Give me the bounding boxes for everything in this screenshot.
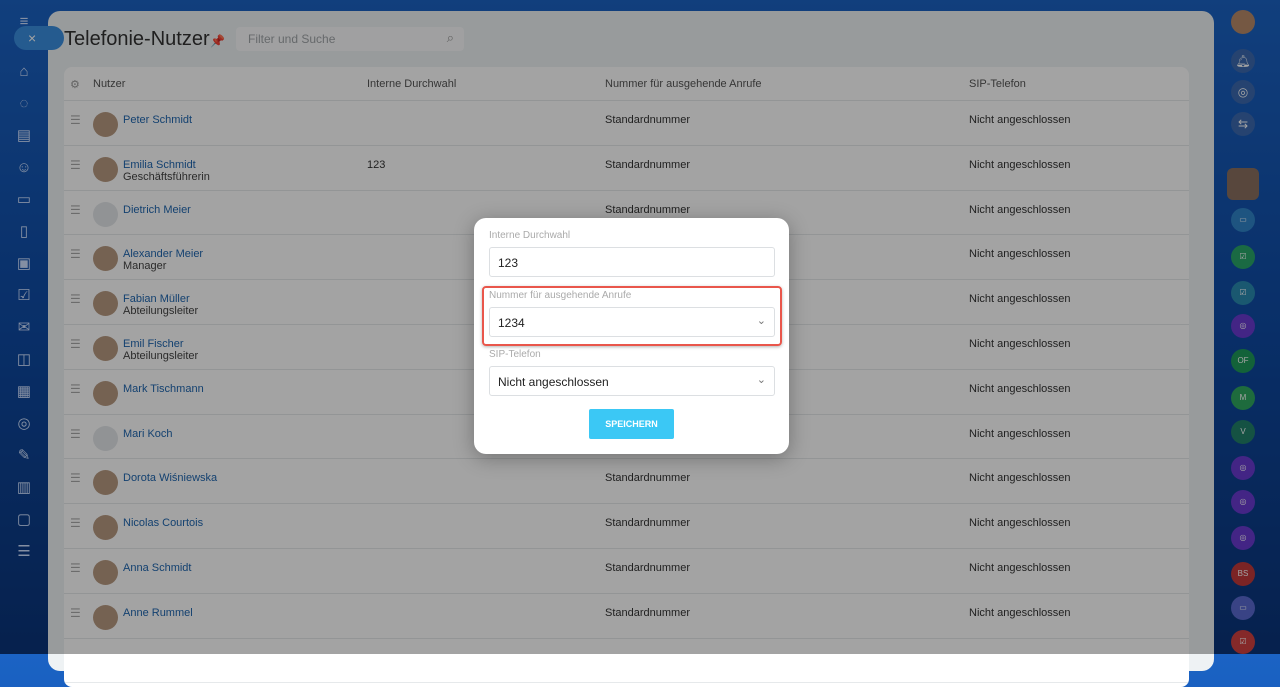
extension-input[interactable]: 123 xyxy=(489,247,775,277)
edit-user-phone-modal: Interne Durchwahl 123 Nummer für ausgehe… xyxy=(474,218,789,454)
sip-phone-label: SIP-Telefon xyxy=(489,349,541,360)
outgoing-number-value: 1234 xyxy=(498,316,525,330)
extension-label: Interne Durchwahl xyxy=(489,230,571,241)
sip-phone-select[interactable]: Nicht angeschlossen ⌄ xyxy=(489,366,775,396)
chevron-down-icon: ⌄ xyxy=(756,315,766,327)
outgoing-number-label: Nummer für ausgehende Anrufe xyxy=(489,290,632,301)
save-button[interactable]: SPEICHERN xyxy=(589,409,674,439)
outgoing-number-select[interactable]: 1234 ⌄ xyxy=(489,307,775,337)
chevron-down-icon: ⌄ xyxy=(756,374,766,386)
sip-phone-value: Nicht angeschlossen xyxy=(498,375,609,389)
